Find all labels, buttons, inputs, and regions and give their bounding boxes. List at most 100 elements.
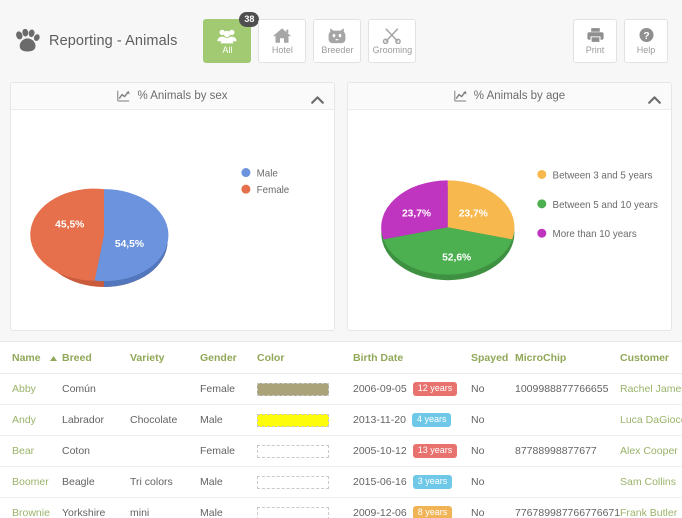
cell-microchip	[515, 404, 620, 437]
cell-name[interactable]: Bear	[0, 435, 62, 468]
color-swatch	[257, 506, 329, 518]
tab-breeder[interactable]: Breeder	[313, 19, 362, 63]
cell-variety: Chocolate	[130, 404, 200, 437]
tab-badge-count: 38	[239, 12, 260, 27]
brand: Reporting - Animals	[10, 29, 177, 53]
birth-date-value: 2013-11-20	[353, 414, 406, 426]
cell-birth-date: 2006-09-05 12 years	[353, 373, 471, 406]
cell-name[interactable]: Andy	[0, 404, 62, 437]
table-row[interactable]: Boomer Beagle Tri colors Male 2015-06-16…	[0, 466, 682, 499]
cell-color	[257, 404, 353, 437]
cell-birth-date: 2009-12-06 8 years	[353, 497, 471, 518]
column-header-variety[interactable]: Variety	[130, 342, 200, 375]
cell-spayed: No	[471, 435, 515, 468]
age-badge: 8 years	[412, 506, 453, 518]
filter-tabs: All 38 Hotel Breeder Grooming	[203, 12, 417, 63]
cell-birth-date: 2005-10-12 13 years	[353, 435, 471, 468]
cell-breed: Coton	[62, 435, 130, 468]
tab-label: Breeder	[321, 45, 354, 55]
tab-all[interactable]: All 38	[203, 12, 260, 63]
cell-customer[interactable]: Luca DaGiocco	[620, 404, 682, 437]
cell-variety: Tri colors	[130, 466, 200, 499]
cat-face-icon	[327, 27, 347, 44]
legend-swatch-3-5	[537, 169, 547, 179]
cell-color	[257, 466, 353, 499]
column-header-microchip[interactable]: MicroChip	[515, 342, 620, 375]
column-header-color[interactable]: Color	[257, 342, 353, 375]
print-button[interactable]: Print	[573, 19, 617, 63]
panel-animals-by-age: % Animals by age 23,7% 52,6% 23,7% Betwe…	[347, 82, 672, 331]
cell-breed: Yorkshire	[62, 497, 130, 518]
printer-icon	[586, 27, 604, 43]
cell-customer[interactable]: Frank Butler	[620, 497, 682, 518]
chevron-up-icon[interactable]	[311, 92, 324, 104]
pie-slice-label-5-10: 52,6%	[442, 253, 471, 264]
tab-label: Hotel	[271, 45, 293, 55]
cell-gender: Female	[200, 435, 257, 468]
pie-slice-label-10-plus: 23,7%	[402, 209, 431, 220]
sort-asc-icon	[49, 352, 57, 364]
table-header: Name Breed Variety Gender Color Birth Da…	[0, 342, 682, 375]
app-header: Reporting - Animals All 38 Hotel Breeder…	[0, 0, 682, 82]
legend-label-5-10: Between 5 and 10 years	[553, 200, 658, 211]
cell-microchip: 87788998877677	[515, 435, 620, 468]
panel-header: % Animals by age	[348, 83, 671, 110]
panel-animals-by-sex: % Animals by sex 54,5% 45,5% Male Female	[10, 82, 335, 331]
legend-swatch-male	[241, 168, 251, 178]
cell-variety	[130, 373, 200, 406]
pie-slice-label-male: 54,5%	[115, 239, 144, 250]
birth-date-value: 2015-06-16	[353, 476, 407, 488]
pie-slice-label-female: 45,5%	[55, 219, 84, 230]
cell-customer[interactable]: Alex Cooper	[620, 435, 682, 468]
tab-hotel[interactable]: Hotel	[258, 19, 307, 63]
color-swatch	[257, 475, 329, 489]
cell-customer[interactable]: Rachel James	[620, 373, 682, 406]
table-row[interactable]: Abby Común Female 2006-09-05 12 years No …	[0, 373, 682, 406]
pie-chart-sex: 54,5% 45,5% Male Female	[11, 110, 334, 330]
column-header-birth-date[interactable]: Birth Date	[353, 342, 471, 375]
birth-date-value: 2009-12-06	[353, 507, 407, 518]
help-button[interactable]: ? Help	[624, 19, 668, 63]
legend-swatch-10-plus	[537, 228, 547, 238]
cell-customer[interactable]: Sam Collins	[620, 466, 682, 499]
table-row[interactable]: Andy Labrador Chocolate Male 2013-11-20 4…	[0, 404, 682, 437]
cell-breed: Común	[62, 373, 130, 406]
cell-gender: Male	[200, 404, 257, 437]
column-header-name[interactable]: Name	[0, 342, 62, 375]
cell-name[interactable]: Abby	[0, 373, 62, 406]
table-body: Abby Común Female 2006-09-05 12 years No …	[0, 373, 682, 518]
paw-icon	[14, 29, 40, 53]
print-label: Print	[585, 45, 605, 55]
column-header-customer[interactable]: Customer	[620, 342, 682, 375]
chart-panels: % Animals by sex 54,5% 45,5% Male Female…	[0, 82, 682, 331]
question-circle-icon: ?	[638, 27, 655, 43]
tab-label: Grooming	[372, 45, 413, 55]
cell-variety: mini	[130, 497, 200, 518]
cell-spayed: No	[471, 404, 515, 437]
cell-birth-date: 2013-11-20 4 years	[353, 404, 471, 437]
legend-swatch-female	[241, 184, 251, 194]
table-row[interactable]: Bear Coton Female 2005-10-12 13 years No …	[0, 435, 682, 468]
cell-birth-date: 2015-06-16 3 years	[353, 466, 471, 499]
help-label: Help	[636, 45, 656, 55]
cell-spayed: No	[471, 466, 515, 499]
table-row[interactable]: Brownie Yorkshire mini Male 2009-12-06 8 …	[0, 497, 682, 518]
cell-breed: Beagle	[62, 466, 130, 499]
cell-gender: Male	[200, 466, 257, 499]
scissors-icon	[382, 27, 402, 44]
cell-name[interactable]: Boomer	[0, 466, 62, 499]
legend-label-3-5: Between 3 and 5 years	[553, 170, 653, 181]
chevron-up-icon[interactable]	[648, 92, 661, 104]
color-swatch	[257, 382, 329, 396]
column-header-gender[interactable]: Gender	[200, 342, 257, 375]
tab-grooming[interactable]: Grooming	[368, 19, 417, 63]
cell-color	[257, 497, 353, 518]
cell-name[interactable]: Brownie	[0, 497, 62, 518]
column-header-breed[interactable]: Breed	[62, 342, 130, 375]
animals-table: Name Breed Variety Gender Color Birth Da…	[0, 342, 682, 518]
cell-microchip: 776789987766776671	[515, 497, 620, 518]
legend-label-male: Male	[257, 168, 278, 179]
age-badge: 13 years	[412, 444, 458, 459]
column-header-spayed[interactable]: Spayed	[471, 342, 515, 375]
line-chart-icon	[117, 90, 131, 102]
